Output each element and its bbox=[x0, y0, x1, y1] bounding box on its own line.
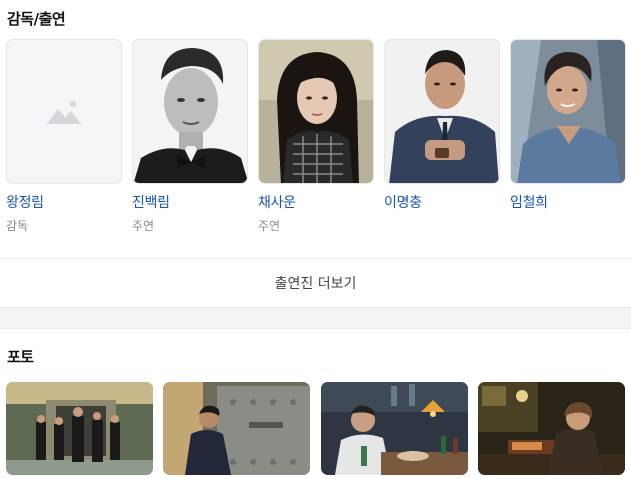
cast-card[interactable]: 진백림 주연 bbox=[132, 39, 248, 233]
cast-photo[interactable] bbox=[384, 39, 500, 184]
cast-name[interactable]: 임철희 bbox=[510, 192, 548, 212]
section-separator bbox=[0, 307, 631, 329]
cast-role: 주연 bbox=[258, 219, 281, 233]
photo-thumbnail[interactable] bbox=[6, 382, 153, 475]
cast-name[interactable]: 왕정림 bbox=[6, 192, 44, 212]
movie-still-image bbox=[321, 382, 468, 475]
actress-portrait-image bbox=[259, 40, 373, 183]
cast-list: 왕정림 감독 진백림 주연 채사운 주연 이명충 임철희 bbox=[0, 39, 631, 239]
actor-portrait-image bbox=[511, 40, 625, 183]
photo-section-title: 포토 bbox=[7, 348, 34, 366]
more-cast-button[interactable]: 출연진 더보기 bbox=[0, 259, 631, 307]
cast-name[interactable]: 이명충 bbox=[384, 192, 422, 212]
photo-thumbnail[interactable] bbox=[478, 382, 625, 475]
cast-name[interactable]: 진백림 bbox=[132, 192, 170, 212]
photo-thumbnail[interactable] bbox=[163, 382, 310, 475]
cast-photo[interactable] bbox=[258, 39, 374, 184]
movie-still-image bbox=[6, 382, 153, 475]
cast-photo-placeholder[interactable] bbox=[6, 39, 122, 184]
cast-role: 주연 bbox=[132, 219, 155, 233]
cast-card[interactable]: 이명충 bbox=[384, 39, 500, 211]
image-placeholder-icon bbox=[45, 97, 83, 126]
photo-thumbnail[interactable] bbox=[321, 382, 468, 475]
cast-role: 감독 bbox=[6, 219, 29, 233]
cast-section-title: 감독/출연 bbox=[7, 10, 66, 28]
cast-name[interactable]: 채사운 bbox=[258, 192, 296, 212]
movie-still-image bbox=[478, 382, 625, 475]
cast-card[interactable]: 임철희 bbox=[510, 39, 626, 211]
cast-card[interactable]: 채사운 주연 bbox=[258, 39, 374, 233]
actor-portrait-image bbox=[133, 40, 247, 183]
cast-photo[interactable] bbox=[132, 39, 248, 184]
photo-list bbox=[0, 382, 631, 476]
cast-card[interactable]: 왕정림 감독 bbox=[6, 39, 122, 233]
cast-photo[interactable] bbox=[510, 39, 626, 184]
movie-still-image bbox=[163, 382, 310, 475]
actor-portrait-image bbox=[385, 40, 499, 183]
